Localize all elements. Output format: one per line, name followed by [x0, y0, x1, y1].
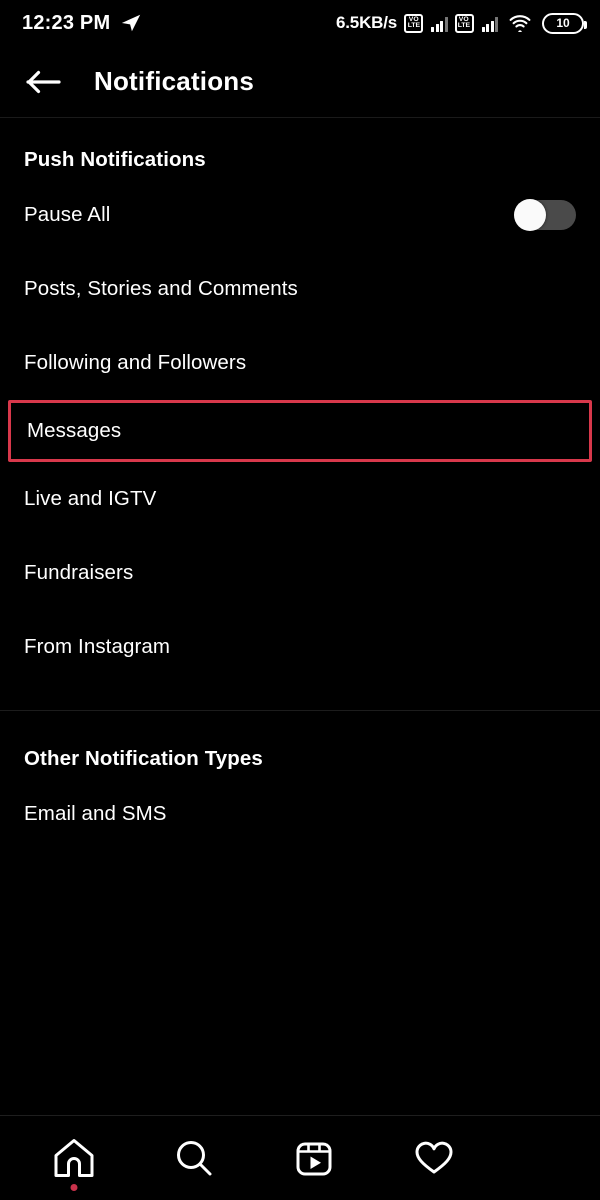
- heart-icon: [413, 1138, 455, 1178]
- volte-sim2-bottom: LTE: [457, 22, 471, 29]
- setting-row-from-instagram[interactable]: From Instagram: [0, 610, 600, 684]
- battery-icon: 10: [542, 12, 587, 34]
- bottom-navigation-bar: [0, 1115, 600, 1200]
- toggle-knob: [514, 199, 546, 231]
- page-title: Notifications: [94, 66, 255, 96]
- section-title-push-notifications: Push Notifications: [24, 148, 206, 171]
- nav-item-search[interactable]: [134, 1116, 254, 1200]
- wifi-icon: [508, 14, 532, 32]
- section-other-notification-types: Other Notification Types Email and SMS: [0, 710, 600, 851]
- setting-label-fundraisers: Fundraisers: [24, 561, 134, 584]
- search-icon: [173, 1137, 215, 1179]
- setting-label-posts-stories-comments: Posts, Stories and Comments: [24, 277, 298, 300]
- settings-list: Push Notifications Pause All Posts, Stor…: [0, 118, 600, 1115]
- signal-bars-sim2-icon: [481, 15, 498, 32]
- setting-row-messages[interactable]: Messages: [8, 400, 592, 462]
- setting-row-pause-all[interactable]: Pause All: [0, 178, 600, 252]
- setting-label-from-instagram: From Instagram: [24, 635, 171, 658]
- volte-sim1-bottom: LTE: [407, 22, 420, 29]
- nav-item-home[interactable]: [14, 1116, 134, 1200]
- home-badge-dot: [70, 1184, 78, 1191]
- phone-screen: 12:23 PM 6.5KB/s VO LTE VO LTE 10 Notifi…: [0, 0, 600, 1200]
- pause-all-toggle[interactable]: [514, 199, 576, 231]
- volte-sim1-icon: VO LTE: [404, 13, 423, 33]
- status-bar-right: 6.5KB/s VO LTE VO LTE 10: [336, 12, 587, 34]
- setting-row-fundraisers[interactable]: Fundraisers: [0, 536, 600, 610]
- setting-row-live-and-igtv[interactable]: Live and IGTV: [0, 462, 600, 536]
- battery-percent: 10: [556, 16, 570, 30]
- setting-label-email-and-sms: Email and SMS: [24, 802, 167, 825]
- setting-label-pause-all: Pause All: [24, 203, 111, 226]
- setting-row-posts-stories-comments[interactable]: Posts, Stories and Comments: [0, 252, 600, 326]
- home-icon: [52, 1137, 96, 1179]
- setting-row-email-and-sms[interactable]: Email and SMS: [0, 777, 600, 851]
- back-button[interactable]: [24, 62, 64, 102]
- volte-sim2-icon: VO LTE: [454, 13, 474, 33]
- back-arrow-icon: [26, 69, 62, 95]
- reels-icon: [294, 1138, 334, 1178]
- network-speed: 6.5KB/s: [336, 13, 397, 32]
- status-time: 12:23 PM: [22, 11, 111, 34]
- setting-label-following-and-followers: Following and Followers: [24, 351, 247, 374]
- status-bar: 12:23 PM 6.5KB/s VO LTE VO LTE 10: [0, 0, 600, 46]
- signal-bars-sim1-icon: [431, 15, 448, 32]
- app-bar: Notifications: [0, 46, 600, 118]
- nav-item-activity[interactable]: [374, 1116, 494, 1200]
- nav-item-reels[interactable]: [254, 1116, 374, 1200]
- setting-label-live-and-igtv: Live and IGTV: [24, 487, 157, 510]
- setting-row-following-and-followers[interactable]: Following and Followers: [0, 326, 600, 400]
- status-bar-left: 12:23 PM: [22, 12, 142, 35]
- section-push-notifications: Push Notifications Pause All Posts, Stor…: [0, 118, 600, 684]
- telegram-send-icon: [120, 12, 142, 34]
- section-title-other-notification-types: Other Notification Types: [24, 747, 263, 770]
- setting-label-messages: Messages: [27, 419, 122, 442]
